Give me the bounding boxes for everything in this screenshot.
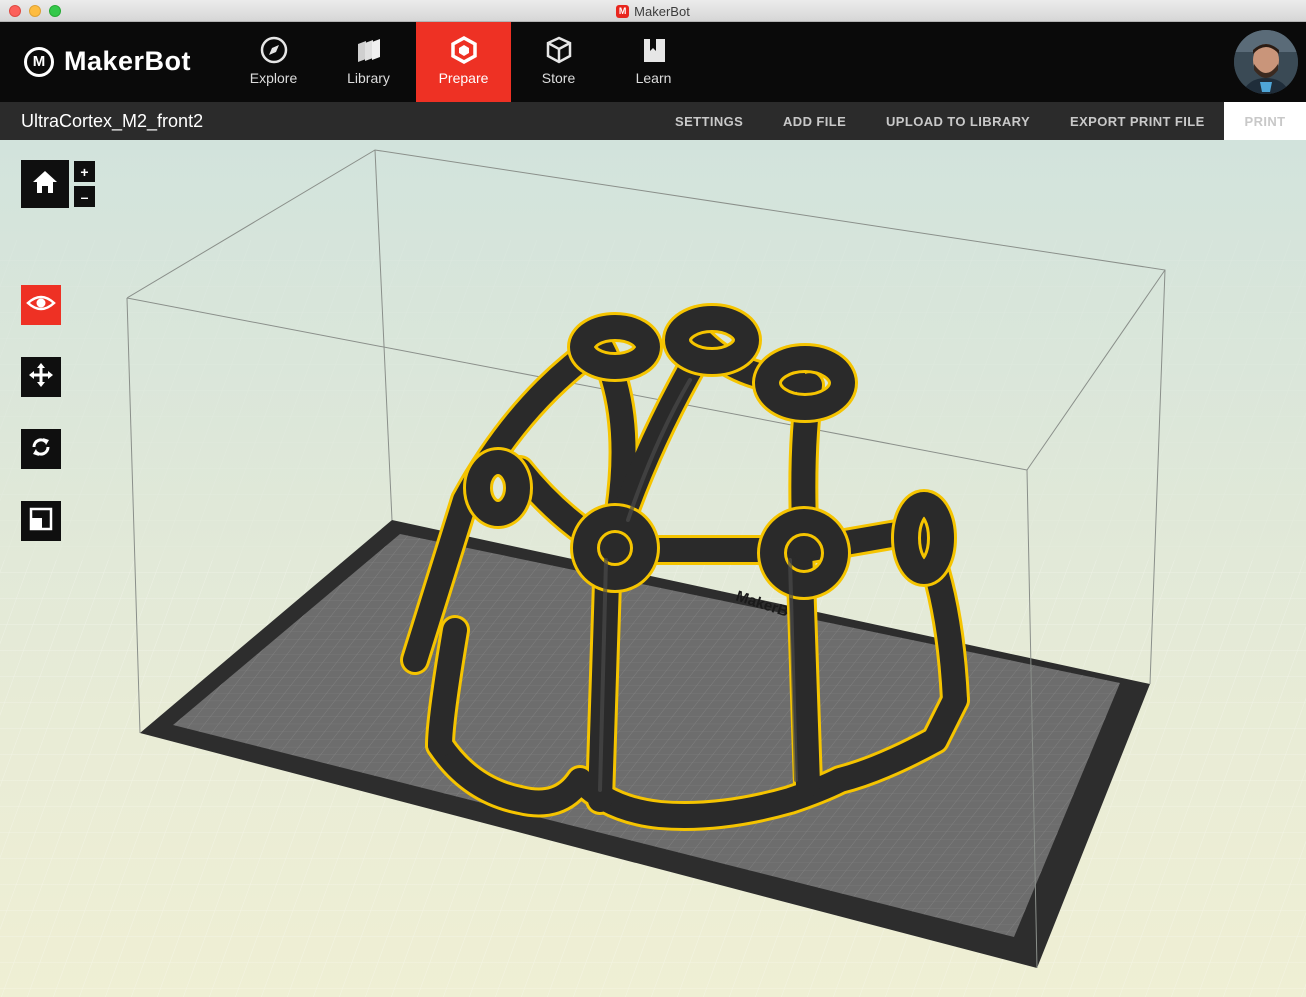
makerbot-logo-icon: M <box>24 46 54 77</box>
add-file-button[interactable]: ADD FILE <box>783 102 846 140</box>
prepare-cube-icon <box>448 34 480 66</box>
export-print-file-button[interactable]: EXPORT PRINT FILE <box>1070 102 1205 140</box>
nav-tab-learn[interactable]: Learn <box>606 22 701 102</box>
upload-to-library-button[interactable]: UPLOAD TO LIBRARY <box>886 102 1030 140</box>
nav-tab-label: Store <box>541 70 576 86</box>
move-arrows-icon <box>28 362 54 393</box>
nav-tab-label: Prepare <box>438 70 489 86</box>
library-stack-icon <box>353 34 385 66</box>
main-navbar: M MakerBot Explore Library Prepare Store… <box>0 22 1306 102</box>
home-icon <box>31 168 59 201</box>
book-icon <box>638 34 670 66</box>
user-avatar[interactable] <box>1234 30 1298 94</box>
print-button[interactable]: PRINT <box>1224 102 1306 140</box>
move-tool-button[interactable] <box>21 357 61 397</box>
nav-tab-library[interactable]: Library <box>321 22 416 102</box>
nav-tab-label: Library <box>347 70 390 86</box>
nav-tab-explore[interactable]: Explore <box>226 22 321 102</box>
nav-tab-prepare[interactable]: Prepare <box>416 22 511 102</box>
rotate-icon <box>28 434 54 465</box>
zoom-out-button[interactable]: – <box>74 186 95 207</box>
eye-icon <box>26 293 56 318</box>
build-viewport[interactable]: MakerBot <box>0 140 1306 997</box>
nav-tab-label: Explore <box>249 70 298 86</box>
scale-tool-button[interactable] <box>21 501 61 541</box>
settings-button[interactable]: SETTINGS <box>675 102 743 140</box>
viewport-scene[interactable]: MakerBot <box>0 140 1306 997</box>
store-box-icon <box>543 34 575 66</box>
window-title-text: MakerBot <box>634 3 690 19</box>
view-tool-button[interactable] <box>21 285 61 325</box>
makerbot-logo-text: MakerBot <box>64 46 192 76</box>
nav-tab-store[interactable]: Store <box>511 22 606 102</box>
nav-tab-label: Learn <box>635 70 672 86</box>
window-titlebar: M MakerBot <box>0 0 1306 22</box>
makerbot-app-icon: M <box>616 4 630 18</box>
scale-icon <box>28 506 54 537</box>
rotate-tool-button[interactable] <box>21 429 61 469</box>
wall-grid <box>0 240 1306 560</box>
zoom-in-button[interactable]: + <box>74 161 95 182</box>
home-view-button[interactable] <box>21 160 69 208</box>
compass-icon <box>258 34 290 66</box>
file-name: UltraCortex_M2_front2 <box>21 110 204 131</box>
window-title: M MakerBot <box>0 0 1306 22</box>
file-toolbar: UltraCortex_M2_front2 SETTINGS ADD FILE … <box>0 102 1306 140</box>
makerbot-logo[interactable]: M MakerBot <box>24 46 191 77</box>
